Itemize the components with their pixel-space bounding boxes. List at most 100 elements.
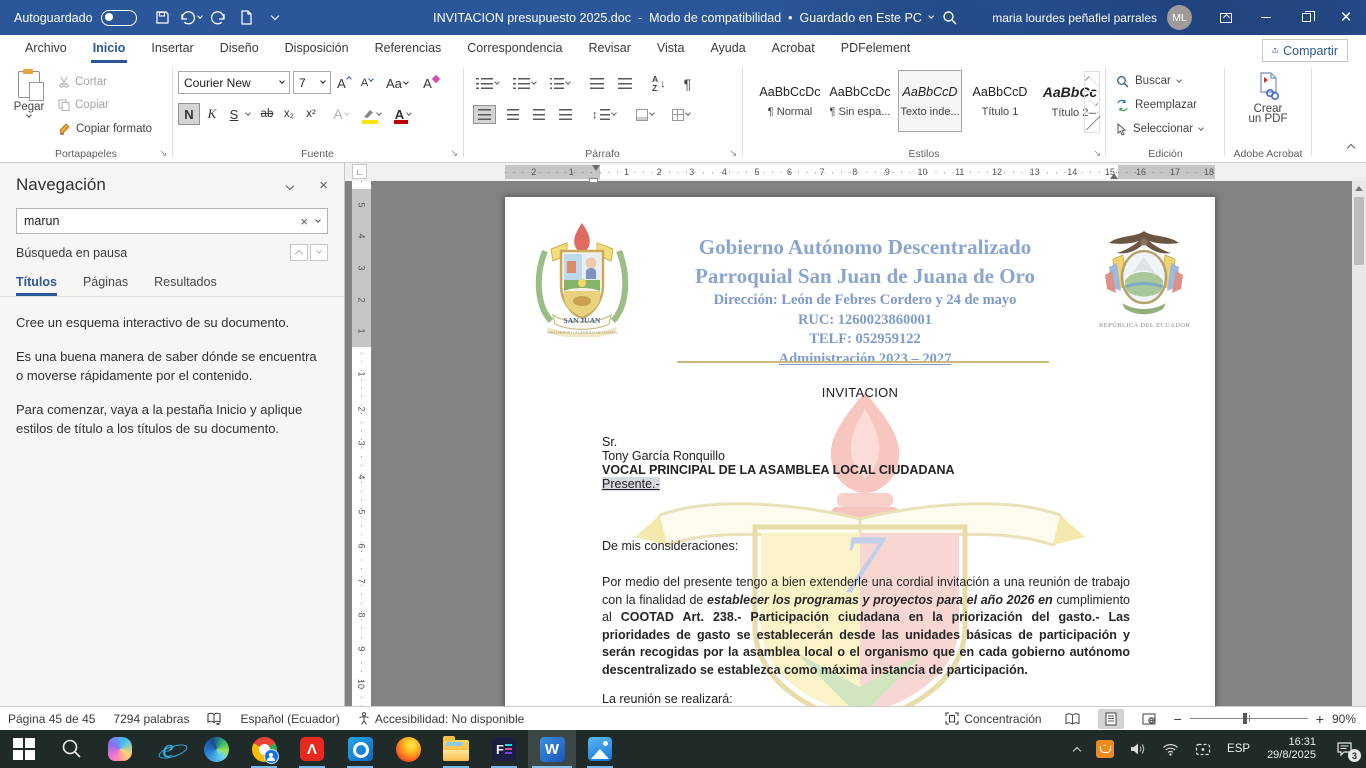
- ribbon-tab[interactable]: Insertar: [138, 35, 206, 63]
- navigation-tab[interactable]: Títulos: [16, 275, 57, 296]
- numbering-button[interactable]: [510, 75, 539, 92]
- font-size-combo[interactable]: 7: [293, 71, 331, 94]
- language-indicator[interactable]: ESP: [1220, 730, 1257, 768]
- autosave-toggle[interactable]: [101, 10, 137, 26]
- next-result-icon[interactable]: [310, 244, 328, 261]
- word-count[interactable]: 7294 palabras: [113, 712, 189, 726]
- firefox-icon[interactable]: [384, 730, 432, 768]
- volume-icon[interactable]: [1123, 730, 1153, 768]
- clock[interactable]: 16:31 29/8/2025: [1259, 730, 1324, 768]
- paragraph-dialog-launcher-icon[interactable]: ↘: [729, 148, 737, 159]
- word-icon[interactable]: W: [528, 730, 576, 768]
- vertical-ruler[interactable]: 54321 12345678910: [352, 181, 371, 706]
- minimize-button[interactable]: [1246, 0, 1286, 35]
- multilevel-list-button[interactable]: [547, 75, 574, 92]
- save-icon[interactable]: [149, 5, 177, 31]
- previous-result-icon[interactable]: [290, 244, 308, 261]
- tray-expand-icon[interactable]: [1067, 730, 1087, 768]
- ribbon-display-options-icon[interactable]: [1206, 0, 1246, 35]
- fes-app-icon[interactable]: F: [480, 730, 528, 768]
- bold-button[interactable]: N: [178, 103, 200, 125]
- hanging-indent-marker[interactable]: [589, 178, 598, 183]
- acrobat-icon[interactable]: Λ: [288, 730, 336, 768]
- decrease-indent-button[interactable]: [587, 75, 607, 92]
- page-indicator[interactable]: Página 45 de 45: [8, 712, 95, 726]
- clipboard-dialog-launcher-icon[interactable]: ↘: [159, 148, 167, 159]
- focus-mode-button[interactable]: Concentración: [945, 712, 1041, 726]
- navigation-search-input[interactable]: [24, 214, 292, 228]
- proofing-icon[interactable]: [207, 712, 222, 725]
- grow-font-button[interactable]: A: [334, 72, 354, 94]
- styles-scroll-up-icon[interactable]: [1085, 72, 1099, 92]
- language-indicator[interactable]: Español (Ecuador): [240, 712, 339, 726]
- ribbon-tab[interactable]: Disposición: [272, 35, 362, 63]
- styles-scroll-down-icon[interactable]: [1085, 92, 1099, 112]
- navigation-tab[interactable]: Resultados: [154, 275, 217, 296]
- text-effects-button[interactable]: A: [331, 103, 351, 125]
- line-spacing-button[interactable]: ↕: [589, 106, 619, 124]
- superscript-button[interactable]: x²: [301, 103, 321, 125]
- justify-button[interactable]: [556, 106, 575, 123]
- underline-dropdown-icon[interactable]: [245, 110, 251, 116]
- read-mode-icon[interactable]: [1060, 709, 1086, 729]
- print-layout-icon[interactable]: [1098, 709, 1124, 729]
- clear-formatting-button[interactable]: A: [421, 72, 441, 94]
- paste-button[interactable]: Pegar: [8, 69, 50, 143]
- undo-icon[interactable]: [177, 5, 205, 31]
- horizontal-ruler[interactable]: 21 123456789101112131415 161718: [505, 165, 1215, 179]
- navigation-close-icon[interactable]: ×: [319, 177, 328, 194]
- font-dialog-launcher-icon[interactable]: ↘: [450, 148, 458, 159]
- underline-button[interactable]: S: [224, 103, 244, 125]
- ribbon-tab[interactable]: Correspondencia: [454, 35, 575, 63]
- photos-icon[interactable]: [576, 730, 624, 768]
- search-clear-icon[interactable]: ×: [300, 214, 308, 229]
- font-family-combo[interactable]: Courier New: [178, 71, 290, 94]
- undo-dropdown-icon[interactable]: [197, 13, 203, 19]
- taskbar-search-icon[interactable]: [48, 730, 96, 768]
- tab-selector[interactable]: ∟: [352, 164, 367, 179]
- styles-dialog-launcher-icon[interactable]: ↘: [1093, 148, 1101, 159]
- start-button[interactable]: [0, 730, 48, 768]
- strikethrough-button[interactable]: ab: [257, 103, 277, 125]
- redo-icon[interactable]: [205, 5, 233, 31]
- sort-button[interactable]: AZ↓: [649, 72, 669, 95]
- zoom-slider-thumb[interactable]: [1243, 713, 1247, 724]
- copilot-icon[interactable]: [96, 730, 144, 768]
- user-name[interactable]: maria lourdes peñafiel parrales: [992, 11, 1157, 25]
- style-card[interactable]: AaBbCcD Texto inde...: [898, 70, 962, 132]
- subscript-button[interactable]: x₂: [279, 103, 299, 125]
- create-pdf-button[interactable]: Crear un PDF: [1225, 71, 1311, 125]
- customize-quick-access-icon[interactable]: [261, 5, 289, 31]
- right-indent-marker[interactable]: [1110, 173, 1118, 179]
- zoom-slider[interactable]: [1190, 718, 1308, 719]
- share-button[interactable]: Compartir: [1262, 39, 1348, 62]
- cut-button[interactable]: Cortar: [58, 71, 107, 93]
- navigation-tab[interactable]: Páginas: [83, 275, 128, 296]
- ribbon-tab[interactable]: Referencias: [362, 35, 455, 63]
- navigation-collapse-icon[interactable]: [287, 178, 293, 192]
- styles-more-icon[interactable]: [1085, 113, 1099, 132]
- align-center-button[interactable]: [504, 106, 522, 123]
- edge-icon[interactable]: [192, 730, 240, 768]
- ribbon-tab[interactable]: Revisar: [575, 35, 643, 63]
- scrollbar-thumb[interactable]: [1354, 197, 1364, 265]
- vertical-scrollbar[interactable]: [1352, 181, 1366, 706]
- cast-icon[interactable]: [1188, 730, 1218, 768]
- chrome-icon[interactable]: [240, 730, 288, 768]
- ribbon-tab[interactable]: Diseño: [207, 35, 272, 63]
- ribbon-tab[interactable]: Ayuda: [697, 35, 758, 63]
- wifi-icon[interactable]: [1155, 730, 1186, 768]
- shading-button[interactable]: [633, 106, 657, 124]
- outlook-icon[interactable]: [336, 730, 384, 768]
- shrink-font-button[interactable]: A: [357, 72, 377, 94]
- align-left-button[interactable]: [473, 105, 496, 124]
- search-options-icon[interactable]: [315, 217, 321, 223]
- style-card[interactable]: AaBbCcDc ¶ Sin espa...: [828, 70, 892, 132]
- document-title-group[interactable]: INVITACION presupuesto 2025.doc - Modo d…: [433, 11, 933, 25]
- italic-button[interactable]: K: [202, 103, 222, 125]
- zoom-level[interactable]: 90%: [1332, 712, 1356, 726]
- ribbon-tab[interactable]: Inicio: [80, 35, 139, 63]
- first-line-indent-marker[interactable]: [592, 165, 600, 171]
- copy-button[interactable]: Copiar: [58, 94, 109, 116]
- navigation-search-box[interactable]: ×: [16, 208, 328, 234]
